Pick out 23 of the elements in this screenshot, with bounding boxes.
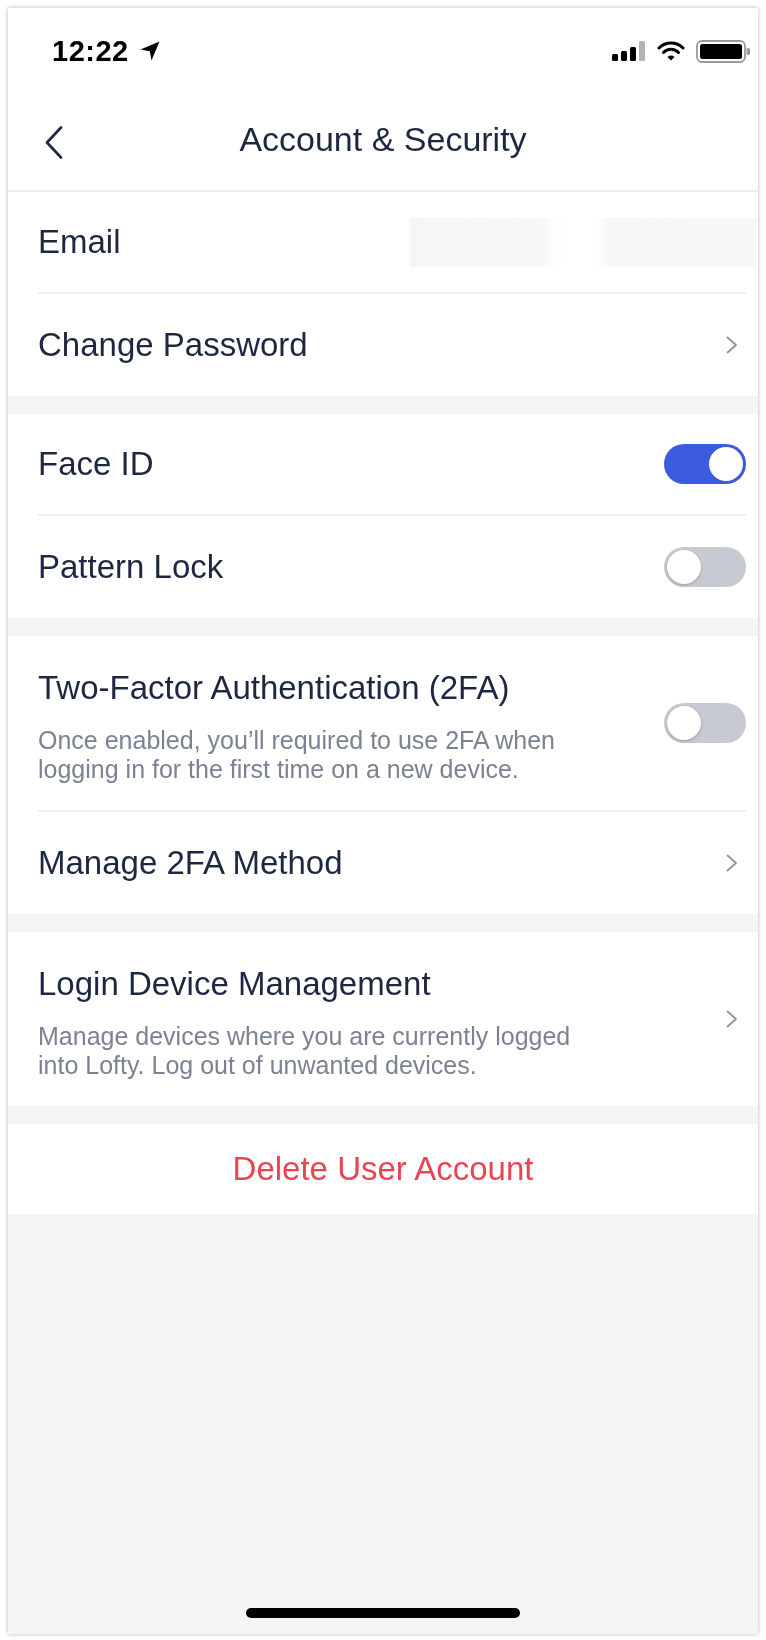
row-label[interactable]: Login Device Management: [38, 964, 726, 1004]
row-label[interactable]: Manage 2FA Method: [38, 843, 726, 883]
toggle-switch[interactable]: [664, 703, 746, 743]
chevron-right-icon[interactable]: [726, 854, 738, 872]
delete-account-button[interactable]: Delete User Account: [8, 1124, 758, 1214]
toggle-switch[interactable]: [664, 444, 746, 484]
row-label: Face ID: [38, 444, 155, 484]
signal-icon: [612, 41, 646, 61]
row-description: Once enabled, you’ll required to use 2FA when logging in for the first time on a new device.: [38, 726, 556, 784]
location-arrow-icon: [139, 41, 160, 61]
chevron-right-icon[interactable]: [726, 336, 738, 354]
toggle-switch[interactable]: [664, 547, 746, 587]
page-title: Account & Security: [239, 119, 527, 160]
wifi-icon: [657, 41, 685, 61]
row-label: Pattern Lock: [38, 547, 225, 587]
row-label: Two-Factor Authentication (2FA): [38, 668, 511, 708]
row-label[interactable]: Change Password: [38, 325, 726, 365]
chevron-right-icon[interactable]: [726, 1010, 738, 1028]
row-description: Manage devices where you are currently logged into Lofty. Log out of unwanted devices.: [38, 1022, 572, 1080]
back-icon[interactable]: [45, 125, 63, 159]
row-label: Email: [38, 222, 122, 262]
battery-icon: [696, 39, 750, 63]
status-time: 12:22: [52, 34, 129, 68]
